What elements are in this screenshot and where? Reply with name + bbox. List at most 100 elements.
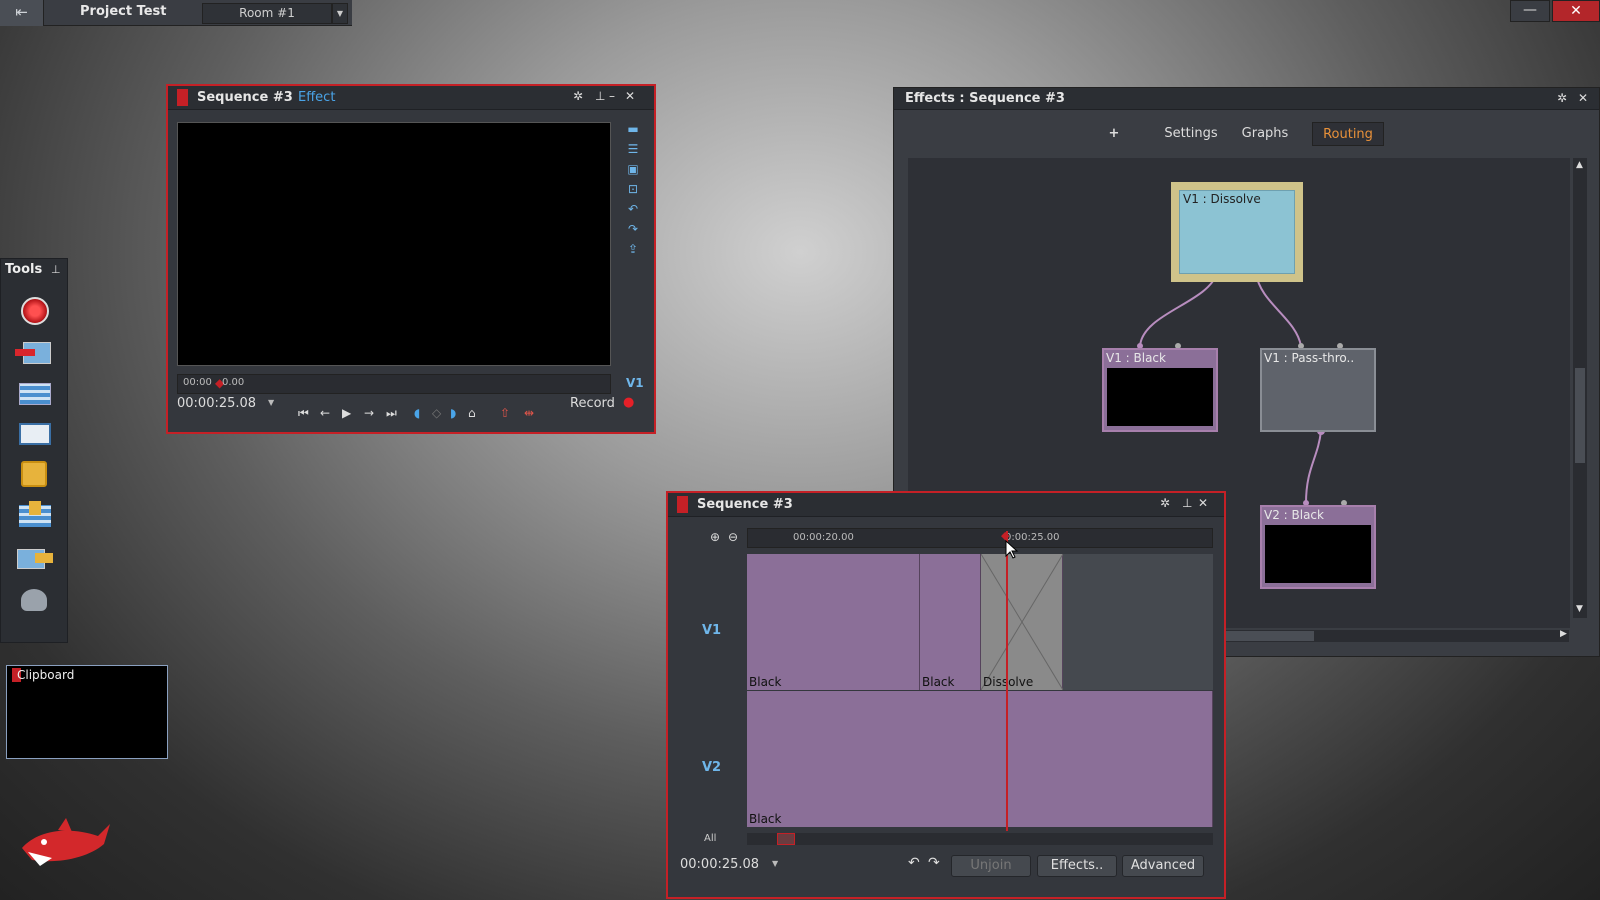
tab-graphs[interactable]: Graphs — [1230, 122, 1300, 146]
image-icon[interactable] — [15, 457, 55, 491]
node-dissolve[interactable]: V1 : Dissolve — [1171, 182, 1303, 282]
pin-icon[interactable]: ⊥ — [595, 89, 605, 103]
undo-icon[interactable]: ↶ — [908, 855, 920, 871]
exit-icon[interactable]: ⇤ — [0, 0, 44, 26]
extract-icon[interactable]: ⇹ — [524, 406, 534, 420]
record-label[interactable]: Record — [570, 396, 615, 411]
minimize-button[interactable]: — — [1510, 0, 1550, 22]
mouse-cursor — [1005, 540, 1019, 559]
mark-in-icon[interactable]: ◖ — [414, 406, 420, 420]
clip[interactable]: Black — [920, 554, 981, 690]
overview-thumb[interactable] — [777, 833, 795, 845]
gear-icon[interactable]: ✲ — [1160, 496, 1170, 510]
top-bar: ⇤ Project Test Room #1 ▼ — [0, 0, 352, 26]
chevron-down-icon[interactable]: ▼ — [332, 3, 348, 24]
room-select[interactable]: Room #1 — [202, 3, 332, 24]
ruler-label: 00:00:20.00 — [793, 532, 854, 543]
sequence-flag-icon — [177, 89, 188, 106]
export-icon[interactable] — [15, 541, 55, 575]
node-passthrough-label: V1 : Pass-thro.. — [1264, 351, 1355, 365]
clip[interactable]: Black — [747, 554, 920, 690]
playhead[interactable] — [1006, 531, 1008, 831]
node-v1-black[interactable]: V1 : Black — [1102, 348, 1218, 432]
tab-routing[interactable]: Routing — [1312, 122, 1384, 146]
clip-name: Black — [922, 675, 955, 689]
advanced-button[interactable]: Advanced — [1122, 855, 1204, 877]
track-label: V1 — [626, 376, 644, 390]
hscroll-thumb[interactable] — [1214, 631, 1314, 641]
unjoin-button[interactable]: Unjoin — [951, 855, 1031, 877]
monitor-panel: Sequence #3 Effect ✲ ⊥ – ✕ 00:00 ◆ 0.00 … — [166, 84, 656, 434]
timeline-ruler[interactable]: 00:00:20.00 0:00:25.00 — [747, 528, 1213, 548]
gear-icon[interactable]: ✲ — [1557, 91, 1567, 105]
monitor-title: Sequence #3 — [197, 90, 293, 105]
record-icon[interactable]: ● — [623, 395, 634, 410]
zoom-in-icon[interactable]: ⊕ — [710, 530, 720, 544]
close-icon[interactable]: ✕ — [625, 89, 635, 103]
shark-logo — [22, 818, 110, 866]
node-v2-black[interactable]: V2 : Black — [1260, 505, 1376, 589]
go-end-icon[interactable]: ⏭ — [386, 406, 397, 421]
frame-icon[interactable]: ▣ — [624, 162, 642, 176]
all-label: All — [704, 833, 717, 844]
chevron-down-icon[interactable]: ▼ — [268, 398, 274, 407]
render-icon[interactable] — [15, 499, 55, 533]
sequence-titlebar: Sequence #3 ✲ ⊥ ✕ — [668, 493, 1224, 517]
monitor-timecode[interactable]: 00:00:25.08 — [177, 396, 256, 411]
pin-icon[interactable]: ⊥ — [51, 263, 61, 276]
step-back-icon[interactable]: ← — [320, 406, 330, 420]
scroll-thumb[interactable] — [1575, 368, 1585, 463]
scroll-down-icon[interactable]: ▼ — [1576, 604, 1583, 614]
close-icon[interactable]: ✕ — [1578, 91, 1588, 105]
folder-icon[interactable]: ▬ — [624, 122, 642, 136]
record-icon[interactable] — [15, 295, 55, 329]
node-v1-black-preview — [1107, 368, 1213, 426]
gear-icon[interactable]: ✲ — [573, 89, 583, 103]
redo-icon[interactable]: ↷ — [928, 855, 940, 871]
track-label-v1: V1 — [702, 623, 722, 638]
effects-button[interactable]: Effects.. — [1037, 855, 1117, 877]
settings-users-icon[interactable] — [15, 583, 55, 617]
clip[interactable]: Black — [747, 691, 1213, 827]
close-button[interactable]: ✕ — [1552, 0, 1600, 22]
lock-icon[interactable]: ⌂ — [468, 406, 476, 420]
clip-name: Black — [749, 675, 782, 689]
scroll-up-icon[interactable]: ▲ — [1576, 160, 1583, 170]
media-browser-icon[interactable] — [15, 417, 55, 451]
pin-icon[interactable]: ⊥ — [1182, 496, 1192, 510]
clipboard-panel[interactable]: Clipboard — [6, 665, 168, 759]
track-list-icon[interactable]: ☰ — [624, 142, 642, 156]
node-v2-black-label: V2 : Black — [1264, 508, 1324, 522]
keyframe-icon[interactable]: ◇ — [432, 406, 441, 420]
sequence-timecode[interactable]: 00:00:25.08 — [680, 857, 759, 872]
sequence-flag-icon — [677, 496, 688, 513]
vertical-scrollbar[interactable]: ▲ ▼ — [1573, 158, 1587, 618]
track-label-v2: V2 — [702, 760, 722, 775]
go-start-icon[interactable]: ⏮ — [298, 406, 309, 421]
mark-out-icon[interactable]: ◗ — [450, 406, 456, 420]
chevron-down-icon[interactable]: ▼ — [772, 859, 778, 868]
undo-icon[interactable]: ↶ — [624, 202, 642, 216]
upload-icon[interactable]: ⇪ — [624, 242, 642, 256]
timeline-icon[interactable] — [15, 377, 55, 411]
scroll-right-icon[interactable]: ▶ — [1560, 629, 1567, 639]
play-icon[interactable]: ▶ — [342, 406, 351, 420]
monitor-timeline[interactable]: 00:00 ◆ 0.00 — [177, 374, 611, 394]
horizontal-scrollbar[interactable]: ▶ — [1214, 629, 1569, 642]
overview-bar[interactable] — [747, 833, 1213, 845]
node-passthrough[interactable]: V1 : Pass-thro.. — [1260, 348, 1376, 432]
crop-icon[interactable]: ⊡ — [624, 182, 642, 196]
video-viewer[interactable] — [177, 122, 611, 366]
monitor-subtitle: Effect — [298, 90, 336, 105]
tab-settings[interactable]: Settings — [1156, 122, 1226, 146]
clip-dissolve[interactable]: Dissolve — [981, 554, 1063, 690]
zoom-out-icon[interactable]: ⊖ — [728, 530, 738, 544]
minimize-icon[interactable]: – — [609, 89, 615, 103]
import-icon[interactable] — [15, 337, 55, 371]
tools-title: Tools — [5, 262, 43, 277]
step-forward-icon[interactable]: → — [364, 406, 374, 420]
tab-add[interactable]: + — [1104, 122, 1124, 146]
lift-icon[interactable]: ⇧ — [500, 406, 510, 420]
close-icon[interactable]: ✕ — [1198, 496, 1208, 510]
redo-icon[interactable]: ↷ — [624, 222, 642, 236]
